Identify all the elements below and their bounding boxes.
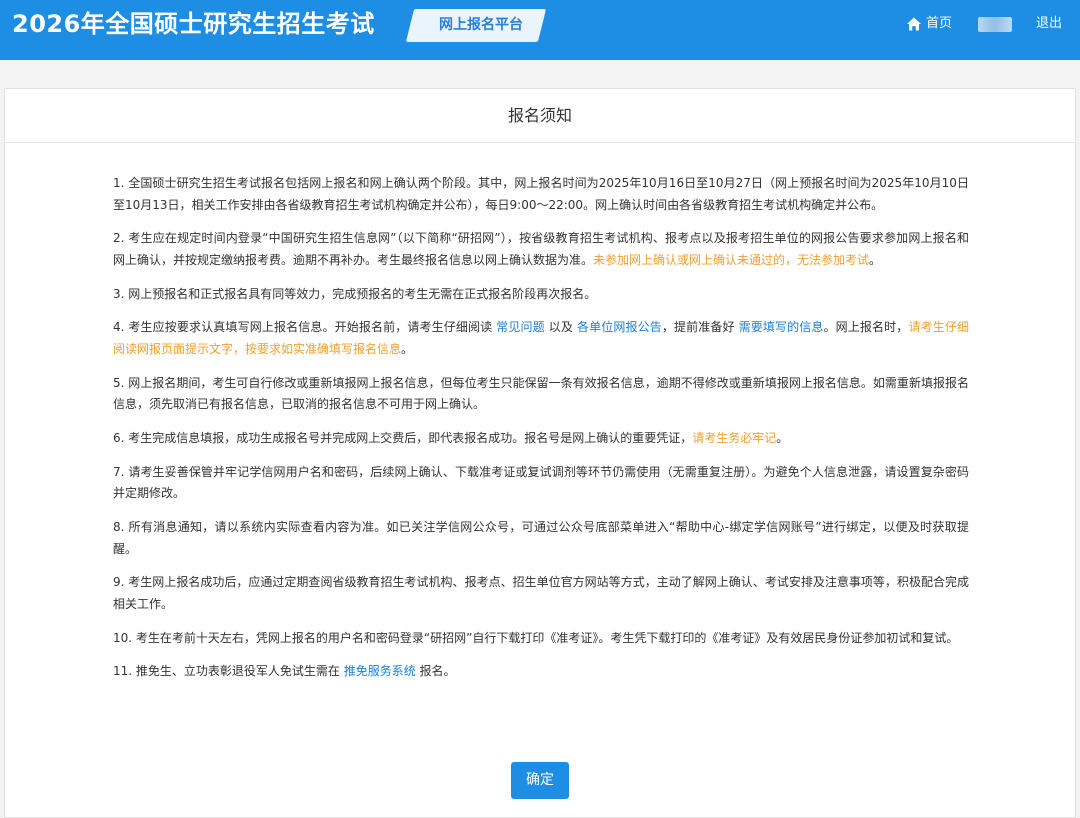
notice-text: 报名。	[415, 664, 456, 679]
top-header-bar: 2026年全国硕士研究生招生考试 网上报名平台 首页 退出	[0, 0, 1080, 60]
notice-list: 1. 全国硕士研究生招生考试报名包括网上报名和网上确认两个阶段。其中，网上报名时…	[113, 173, 969, 695]
notice-item: 2. 考生应在规定时间内登录“中国研究生招生信息网”（以下简称“研招网”），按省…	[113, 228, 969, 271]
home-label: 首页	[926, 16, 953, 31]
notice-item: 3. 网上预报名和正式报名具有同等效力，完成预报名的考生无需在正式报名阶段再次报…	[113, 284, 969, 306]
notice-text: 6. 考生完成信息填报，成功生成报名号并完成网上交费后，即代表报名成功。报名号是…	[113, 430, 693, 445]
site-title: 2026年全国硕士研究生招生考试	[12, 10, 375, 38]
notice-text: 4. 考生应按要求认真填写网上报名信息。开始报名前，请考生仔细阅读	[113, 320, 497, 335]
user-name-blurred[interactable]	[978, 17, 1012, 32]
notice-item: 7. 请考生妥善保管并牢记学信网用户名和密码，后续网上确认、下载准考证或复试调剂…	[113, 462, 969, 505]
notice-item: 10. 考生在考前十天左右，凭网上报名的用户名和密码登录“研招网”自行下载打印《…	[113, 628, 969, 650]
required-info-link[interactable]: 需要填写的信息	[739, 320, 824, 334]
platform-tag: 网上报名平台	[439, 17, 523, 33]
notice-text: 8. 所有消息通知，请以系统内实际查看内容为准。如已关注学信网公众号，可通过公众…	[113, 520, 969, 556]
faq-link[interactable]: 常见问题	[496, 320, 545, 334]
unit-announcement-link[interactable]: 各单位网报公告	[577, 320, 662, 334]
recommend-system-link[interactable]: 推免服务系统	[344, 664, 416, 678]
notice-item: 8. 所有消息通知，请以系统内实际查看内容为准。如已关注学信网公众号，可通过公众…	[113, 517, 969, 560]
notice-item: 1. 全国硕士研究生招生考试报名包括网上报名和网上确认两个阶段。其中，网上报名时…	[113, 173, 969, 216]
notice-panel: 报名须知 1. 全国硕士研究生招生考试报名包括网上报名和网上确认两个阶段。其中，…	[4, 88, 1076, 818]
logout-link[interactable]: 退出	[1036, 14, 1062, 34]
confirm-button[interactable]: 确定	[511, 762, 569, 799]
home-icon	[907, 17, 921, 31]
panel-title: 报名须知	[5, 89, 1075, 143]
notice-item: 9. 考生网上报名成功后，应通过定期查阅省级教育招生考试机构、报考点、招生单位官…	[113, 572, 969, 615]
notice-text: 。	[401, 341, 414, 356]
notice-warning-text: 未参加网上确认或网上确认未通过的，无法参加考试	[593, 252, 870, 267]
notice-text: 9. 考生网上报名成功后，应通过定期查阅省级教育招生考试机构、报考点、招生单位官…	[113, 575, 969, 611]
notice-item: 11. 推免生、立功表彰退役军人免试生需在 推免服务系统 报名。	[113, 661, 969, 683]
notice-item: 4. 考生应按要求认真填写网上报名信息。开始报名前，请考生仔细阅读 常见问题 以…	[113, 317, 969, 360]
notice-text: 。网上报名时，	[823, 320, 909, 335]
notice-text: 以及	[544, 320, 577, 335]
notice-item: 6. 考生完成信息填报，成功生成报名号并完成网上交费后，即代表报名成功。报名号是…	[113, 428, 969, 450]
notice-text: 1. 全国硕士研究生招生考试报名包括网上报名和网上确认两个阶段。其中，网上报名时…	[113, 176, 969, 212]
notice-text: 。	[776, 430, 789, 445]
notice-warning-text: 请考生务必牢记	[692, 430, 777, 445]
notice-text: 7. 请考生妥善保管并牢记学信网用户名和密码，后续网上确认、下载准考证或复试调剂…	[113, 464, 969, 501]
notice-text: 11. 推免生、立功表彰退役军人免试生需在	[113, 664, 344, 679]
notice-text: 。	[869, 252, 882, 267]
notice-item: 5. 网上报名期间，考生可自行修改或重新填报网上报名信息，但每位考生只能保留一条…	[113, 373, 969, 416]
notice-text: 3. 网上预报名和正式报名具有同等效力，完成预报名的考生无需在正式报名阶段再次报…	[113, 286, 597, 301]
home-nav-link[interactable]: 首页	[906, 14, 952, 34]
notice-text: ，提前准备好	[661, 320, 739, 335]
notice-text: 5. 网上报名期间，考生可自行修改或重新填报网上报名信息，但每位考生只能保留一条…	[113, 375, 969, 412]
notice-text: 10. 考生在考前十天左右，凭网上报名的用户名和密码登录“研招网”自行下载打印《…	[113, 630, 959, 645]
